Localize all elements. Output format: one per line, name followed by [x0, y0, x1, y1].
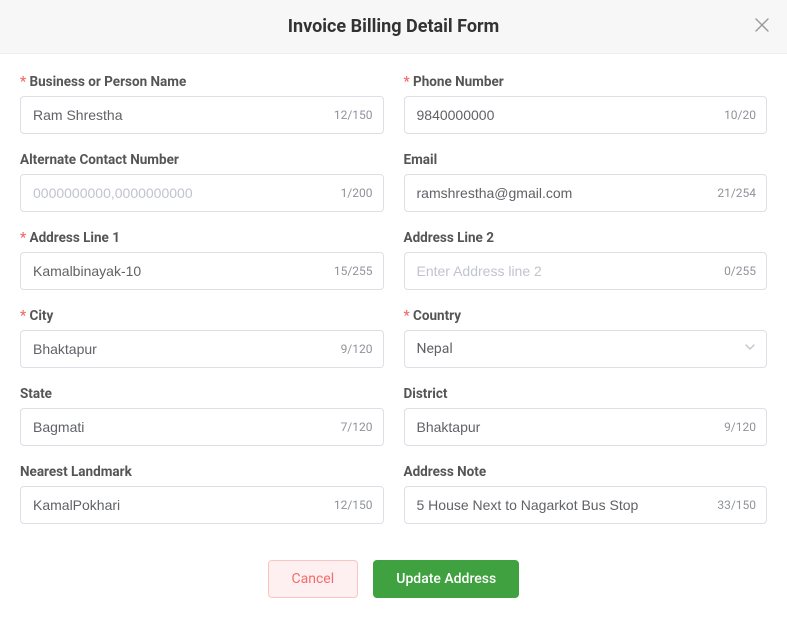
district-label: District: [404, 386, 768, 402]
phone-count: 10/20: [724, 108, 766, 122]
district-input[interactable]: [405, 409, 725, 445]
landmark-input[interactable]: [21, 487, 334, 523]
address2-count: 0/255: [724, 264, 766, 278]
email-label: Email: [404, 152, 768, 168]
alt-contact-label: Alternate Contact Number: [20, 152, 384, 168]
phone-input[interactable]: [405, 97, 725, 133]
modal-header: Invoice Billing Detail Form: [0, 0, 787, 54]
phone-field-wrap: 10/20: [404, 96, 768, 134]
address2-field-wrap: 0/255: [404, 252, 768, 290]
landmark-label: Nearest Landmark: [20, 464, 384, 480]
state-field-wrap: 7/120: [20, 408, 384, 446]
address2-input[interactable]: [405, 253, 725, 289]
business-name-input[interactable]: [21, 97, 334, 133]
state-count: 7/120: [341, 420, 383, 434]
district-count: 9/120: [724, 420, 766, 434]
phone-label: Phone Number: [404, 74, 768, 90]
note-input[interactable]: [405, 487, 718, 523]
city-count: 9/120: [341, 342, 383, 356]
city-label: City: [20, 308, 384, 324]
address1-label: Address Line 1: [20, 230, 384, 246]
business-name-label: Business or Person Name: [20, 74, 384, 90]
district-field-wrap: 9/120: [404, 408, 768, 446]
email-input[interactable]: [405, 175, 718, 211]
form-body: Business or Person Name 12/150 Phone Num…: [0, 54, 787, 542]
note-count: 33/150: [717, 498, 766, 512]
modal-footer: Cancel Update Address: [0, 542, 787, 620]
landmark-count: 12/150: [334, 498, 383, 512]
update-address-button[interactable]: Update Address: [373, 560, 519, 598]
invoice-billing-modal: Invoice Billing Detail Form Business or …: [0, 0, 787, 620]
business-name-field-wrap: 12/150: [20, 96, 384, 134]
note-label: Address Note: [404, 464, 768, 480]
note-field-wrap: 33/150: [404, 486, 768, 524]
address2-label: Address Line 2: [404, 230, 768, 246]
modal-title: Invoice Billing Detail Form: [288, 16, 499, 37]
close-icon[interactable]: [755, 18, 769, 36]
address1-field-wrap: 15/255: [20, 252, 384, 290]
city-field-wrap: 9/120: [20, 330, 384, 368]
address1-input[interactable]: [21, 253, 334, 289]
alt-contact-count: 1/200: [341, 186, 383, 200]
chevron-down-icon: [744, 341, 756, 357]
landmark-field-wrap: 12/150: [20, 486, 384, 524]
alt-contact-field-wrap: 1/200: [20, 174, 384, 212]
business-name-count: 12/150: [334, 108, 383, 122]
city-input[interactable]: [21, 331, 341, 367]
state-input[interactable]: [21, 409, 341, 445]
alt-contact-input[interactable]: [21, 175, 341, 211]
country-value: Nepal: [417, 341, 453, 357]
country-select[interactable]: Nepal: [404, 330, 768, 368]
country-label: Country: [404, 308, 768, 324]
address1-count: 15/255: [334, 264, 383, 278]
cancel-button[interactable]: Cancel: [268, 560, 358, 598]
email-field-wrap: 21/254: [404, 174, 768, 212]
state-label: State: [20, 386, 384, 402]
email-count: 21/254: [717, 186, 766, 200]
